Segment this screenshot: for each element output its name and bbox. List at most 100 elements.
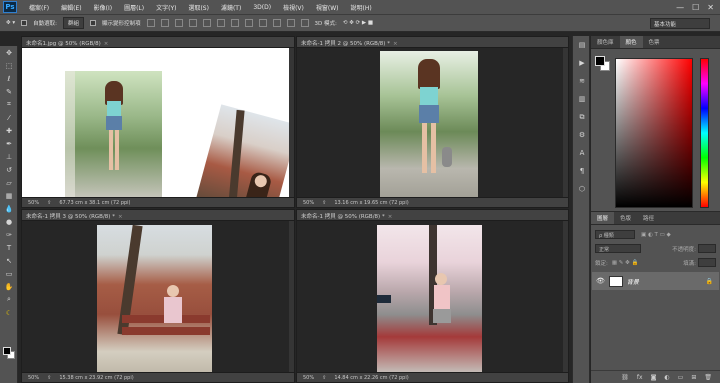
vertical-scrollbar[interactable] — [563, 221, 568, 372]
close-tab-icon[interactable]: × — [388, 214, 393, 220]
pen-tool-icon[interactable]: ✑ — [0, 228, 18, 241]
zoom-level[interactable]: 50% — [28, 200, 39, 206]
layer-name[interactable]: 背景 — [627, 277, 639, 286]
document-tab-4[interactable]: 未命名-1 拷貝 @ 50% (RGB/8) * × — [297, 210, 568, 221]
menu-layer[interactable]: 圖層(L) — [118, 3, 150, 12]
brush-panel-icon[interactable]: ≋ — [573, 72, 591, 90]
align-right-icon[interactable] — [216, 19, 225, 27]
foreground-color-swatch[interactable] — [595, 56, 605, 66]
auto-select-checkbox[interactable] — [21, 20, 28, 26]
character-panel-icon[interactable]: A — [573, 144, 591, 162]
maximize-button[interactable]: ☐ — [692, 3, 699, 12]
3d-rotate-icon[interactable]: ⟲ ✥ ⟳ ▶ ■ — [343, 20, 373, 26]
hue-slider[interactable] — [700, 58, 709, 208]
move-tool-icon[interactable]: ✥ — [0, 46, 18, 59]
menu-window[interactable]: 視窗(W) — [310, 3, 345, 12]
close-tab-icon[interactable]: × — [118, 214, 123, 220]
trash-icon[interactable]: 🗑 — [704, 374, 712, 381]
new-group-icon[interactable]: ▭ — [678, 374, 684, 381]
close-tab-icon[interactable]: × — [393, 41, 398, 47]
menu-edit[interactable]: 編輯(E) — [55, 3, 87, 12]
actions-panel-icon[interactable]: ▶ — [573, 54, 591, 72]
tab-paths[interactable]: 路徑 — [637, 212, 660, 224]
new-layer-icon[interactable]: ⊞ — [691, 374, 696, 381]
color-swatches[interactable] — [3, 347, 15, 359]
distribute-left-icon[interactable] — [272, 19, 281, 27]
menu-view[interactable]: 檢視(V) — [277, 3, 310, 12]
share-icon[interactable]: ⇪ — [322, 200, 326, 206]
add-mask-icon[interactable]: ◙ — [651, 374, 657, 381]
menu-filter[interactable]: 濾鏡(T) — [215, 3, 247, 12]
hand-tool-icon[interactable]: ✋ — [0, 280, 18, 293]
vertical-scrollbar[interactable] — [289, 48, 294, 197]
lock-icons[interactable]: ▦ ✎ ✥ 🔒 — [612, 260, 639, 266]
menu-type[interactable]: 文字(Y) — [150, 3, 182, 12]
filter-icons[interactable]: ▣ ◐ T ▭ ◆ — [641, 232, 671, 238]
minimize-button[interactable]: — — [676, 3, 684, 12]
healing-brush-tool-icon[interactable]: ✚ — [0, 124, 18, 137]
color-panel-swatches[interactable] — [595, 56, 611, 72]
clone-source-icon[interactable]: ⧉ — [573, 108, 591, 126]
dodge-tool-icon[interactable]: ● — [0, 215, 18, 228]
distribute-vcenter-icon[interactable] — [244, 19, 253, 27]
layer-row-background[interactable]: 👁 背景 🔒 — [592, 272, 719, 290]
document-window-2[interactable]: 未命名-1 拷貝 2 @ 50% (RGB/8) * × 50% ⇪ 13.16 cm… — [296, 36, 569, 208]
type-tool-icon[interactable]: T — [0, 241, 18, 254]
align-top-icon[interactable] — [146, 19, 155, 27]
eraser-tool-icon[interactable]: ▱ — [0, 176, 18, 189]
3d-panel-icon[interactable]: ⬡ — [573, 180, 591, 198]
tab-swatch-library[interactable]: 顏色庫 — [591, 36, 620, 48]
foreground-color-swatch[interactable] — [3, 347, 11, 355]
align-left-icon[interactable] — [188, 19, 197, 27]
document-canvas-2[interactable] — [297, 48, 568, 197]
link-layers-icon[interactable]: ⛓ — [621, 374, 629, 381]
fx-icon[interactable]: fx — [637, 374, 643, 381]
close-button[interactable]: ✕ — [707, 3, 714, 12]
document-window-4[interactable]: 未命名-1 拷貝 @ 50% (RGB/8) * × 50% ⇪ 14.84 cm x… — [296, 209, 569, 383]
blur-tool-icon[interactable]: 💧 — [0, 202, 18, 215]
document-window-3[interactable]: 未命名-1 拷貝 3 @ 50% (RGB/8) * × 50% ⇪ 15.38 cm… — [21, 209, 295, 383]
move-tool-icon[interactable]: ✥ ▾ — [6, 20, 15, 26]
tab-layers[interactable]: 圖層 — [591, 212, 615, 224]
marquee-tool-icon[interactable]: ⬚ — [0, 59, 18, 72]
brush-presets-icon[interactable]: ▥ — [573, 90, 591, 108]
vertical-scrollbar[interactable] — [289, 221, 294, 372]
share-icon[interactable]: ⇪ — [47, 375, 51, 381]
clone-stamp-tool-icon[interactable]: ⊥ — [0, 150, 18, 163]
history-brush-tool-icon[interactable]: ↺ — [0, 163, 18, 176]
tab-channels[interactable]: 色版 — [614, 212, 637, 224]
menu-3d[interactable]: 3D(D) — [247, 4, 277, 11]
history-panel-icon[interactable]: ▤ — [573, 36, 591, 54]
zoom-level[interactable]: 50% — [303, 375, 314, 381]
path-select-tool-icon[interactable]: ↖ — [0, 254, 18, 267]
auto-select-dropdown[interactable]: 群組 — [62, 17, 84, 29]
zoom-level[interactable]: 50% — [303, 200, 314, 206]
fill-field[interactable] — [698, 258, 716, 267]
document-tab-2[interactable]: 未命名-1 拷貝 2 @ 50% (RGB/8) * × — [297, 37, 568, 48]
visibility-eye-icon[interactable]: 👁 — [596, 277, 605, 285]
lasso-tool-icon[interactable]: ℓ — [0, 72, 18, 85]
distribute-bottom-icon[interactable] — [258, 19, 267, 27]
document-tab-3[interactable]: 未命名-1 拷貝 3 @ 50% (RGB/8) * × — [22, 210, 294, 221]
opacity-field[interactable] — [698, 244, 716, 253]
close-tab-icon[interactable]: × — [104, 41, 109, 47]
distribute-right-icon[interactable] — [300, 19, 309, 27]
gradient-tool-icon[interactable]: ▦ — [0, 189, 18, 202]
share-icon[interactable]: ⇪ — [47, 200, 51, 206]
align-bottom-icon[interactable] — [174, 19, 183, 27]
blend-mode-dropdown[interactable]: 正常 — [595, 244, 641, 253]
workspace-dropdown[interactable]: 基本功能 — [650, 18, 710, 29]
brush-tool-icon[interactable]: ✒ — [0, 137, 18, 150]
crop-tool-icon[interactable]: ⌗ — [0, 98, 18, 111]
zoom-level[interactable]: 50% — [28, 375, 39, 381]
distribute-top-icon[interactable] — [230, 19, 239, 27]
color-field[interactable] — [615, 58, 693, 208]
menu-image[interactable]: 影像(I) — [88, 3, 118, 12]
paragraph-panel-icon[interactable]: ¶ — [573, 162, 591, 180]
menu-file[interactable]: 檔案(F) — [23, 3, 55, 12]
adjustment-layer-icon[interactable]: ◐ — [664, 374, 669, 381]
layer-filter-dropdown[interactable]: ρ 種類 — [595, 230, 635, 239]
menu-help[interactable]: 說明(H) — [345, 3, 378, 12]
eyedropper-tool-icon[interactable]: ⁄ — [0, 111, 18, 124]
zoom-tool-icon[interactable]: ⌕ — [0, 293, 18, 306]
